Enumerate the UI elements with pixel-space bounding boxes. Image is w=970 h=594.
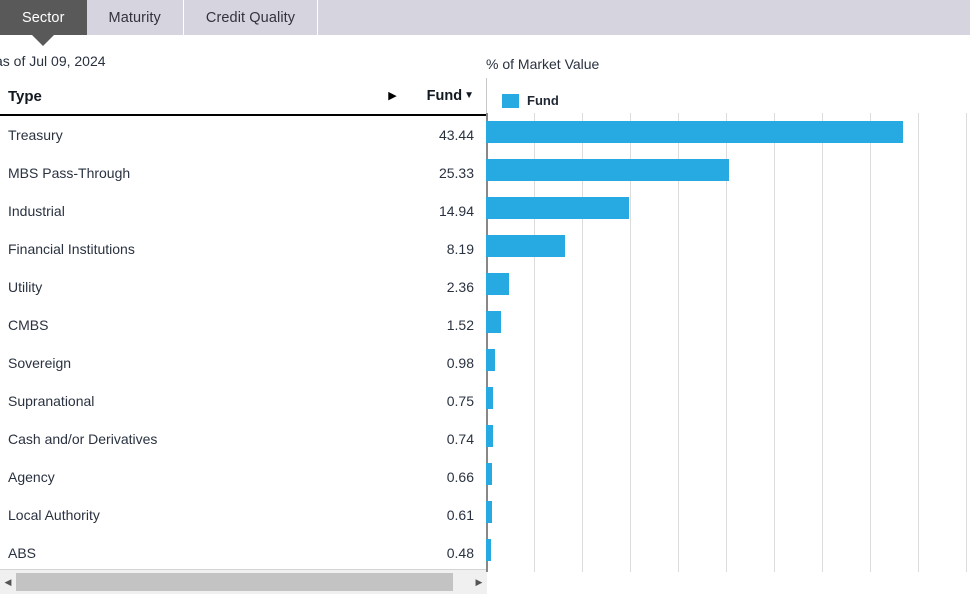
tab-maturity[interactable]: Maturity — [86, 0, 184, 35]
bar-row — [486, 455, 970, 493]
column-header-type[interactable]: Type — [8, 88, 42, 105]
expand-columns-icon[interactable]: ▶ — [388, 90, 396, 102]
bar-row — [486, 417, 970, 455]
chart-title: % of Market Value — [486, 56, 600, 72]
row-fund-value: 43.44 — [438, 127, 474, 143]
table-row[interactable]: Utility 2.36 — [0, 268, 486, 306]
chart-bar[interactable] — [486, 425, 494, 447]
bar-row — [486, 113, 970, 151]
row-type-label: Treasury — [8, 127, 63, 143]
sort-descending-icon: ▼ — [464, 90, 474, 101]
row-type-label: Financial Institutions — [8, 241, 135, 257]
bar-row — [486, 493, 970, 531]
scrollbar-track[interactable] — [16, 570, 471, 594]
scroll-left-arrow-icon[interactable]: ◀ — [0, 571, 16, 594]
row-type-label: Agency — [8, 469, 55, 485]
bar-row — [486, 151, 970, 189]
column-header-fund[interactable]: Fund ▼ — [427, 88, 474, 104]
chart-bar[interactable] — [486, 197, 630, 219]
tab-label: Maturity — [108, 9, 161, 26]
table-row[interactable]: ABS 0.48 — [0, 534, 486, 568]
table-row[interactable]: CMBS 1.52 — [0, 306, 486, 344]
row-type-label: CMBS — [8, 317, 49, 333]
row-type-label: Supranational — [8, 393, 95, 409]
chart-legend: Fund — [502, 93, 559, 108]
table-row[interactable]: Local Authority 0.61 — [0, 496, 486, 534]
horizontal-scrollbar[interactable]: ◀ ▶ — [0, 569, 487, 594]
row-fund-value: 25.33 — [438, 165, 474, 181]
table-row[interactable]: Industrial 14.94 — [0, 192, 486, 230]
row-type-label: Sovereign — [8, 355, 72, 371]
sector-table: Type ▶ Fund ▼ Treasury 43.44 MBS Pass-Thro… — [0, 78, 487, 568]
row-fund-value: 0.61 — [446, 507, 474, 523]
row-type-label: Utility — [8, 279, 43, 295]
tab-label: Credit Quality — [205, 9, 296, 26]
bar-row — [486, 189, 970, 227]
row-fund-value: 1.52 — [446, 317, 474, 333]
row-type-label: Industrial — [8, 203, 65, 219]
scrollbar-thumb[interactable] — [16, 572, 453, 591]
chart-bar[interactable] — [486, 349, 496, 371]
legend-swatch — [502, 93, 519, 108]
table-row[interactable]: Treasury 43.44 — [0, 116, 486, 154]
table-header-row: Type ▶ Fund ▼ — [0, 78, 486, 116]
bar-row — [486, 531, 970, 569]
chart-bar[interactable] — [486, 501, 492, 523]
chart-bar[interactable] — [486, 539, 491, 561]
row-fund-value: 8.19 — [446, 241, 474, 257]
row-type-label: Cash and/or Derivatives — [8, 431, 158, 447]
chart-bar[interactable] — [486, 159, 730, 181]
as-of-date: as of Jul 09, 2024 — [0, 53, 106, 69]
row-fund-value: 0.98 — [446, 355, 474, 371]
scroll-right-arrow-icon[interactable]: ▶ — [471, 571, 487, 594]
bar-row — [486, 379, 970, 417]
row-fund-value: 14.94 — [438, 203, 474, 219]
bar-chart — [486, 113, 970, 572]
row-fund-value: 0.74 — [446, 431, 474, 447]
table-body: Treasury 43.44 MBS Pass-Through 25.33 Indust… — [0, 116, 486, 568]
tab-bar: Sector Maturity Credit Quality — [0, 0, 970, 46]
chart-bar[interactable] — [486, 121, 904, 143]
legend-label: Fund — [527, 93, 559, 108]
row-fund-value: 2.36 — [446, 279, 474, 295]
table-row[interactable]: Financial Institutions 8.19 — [0, 230, 486, 268]
chart-bar[interactable] — [486, 235, 565, 257]
row-fund-value: 0.66 — [446, 469, 474, 485]
chart-bar[interactable] — [486, 463, 493, 485]
chart-bars — [486, 113, 970, 569]
tab-label: Sector — [22, 9, 65, 26]
table-row[interactable]: Agency 0.66 — [0, 458, 486, 496]
row-type-label: ABS — [8, 545, 37, 561]
chart-bar[interactable] — [486, 273, 509, 295]
table-row[interactable]: Supranational 0.75 — [0, 382, 486, 420]
bar-row — [486, 303, 970, 341]
bar-row — [486, 341, 970, 379]
table-row[interactable]: Cash and/or Derivatives 0.74 — [0, 420, 486, 458]
column-header-fund-label: Fund — [426, 88, 463, 104]
active-tab-pointer-icon — [32, 35, 55, 46]
table-row[interactable]: MBS Pass-Through 25.33 — [0, 154, 486, 192]
row-fund-value: 0.48 — [446, 545, 474, 561]
sector-breakdown-panel: Sector Maturity Credit Quality as of Jul 0… — [0, 0, 970, 594]
table-row[interactable]: Sovereign 0.98 — [0, 344, 486, 382]
row-type-label: Local Authority — [8, 507, 100, 523]
chart-bar[interactable] — [486, 387, 494, 409]
bar-row — [486, 265, 970, 303]
tab-credit-quality[interactable]: Credit Quality — [183, 0, 319, 35]
tab-sector[interactable]: Sector — [0, 0, 87, 46]
chart-bar[interactable] — [486, 311, 501, 333]
row-fund-value: 0.75 — [446, 393, 474, 409]
bar-row — [486, 227, 970, 265]
row-type-label: MBS Pass-Through — [8, 165, 131, 181]
